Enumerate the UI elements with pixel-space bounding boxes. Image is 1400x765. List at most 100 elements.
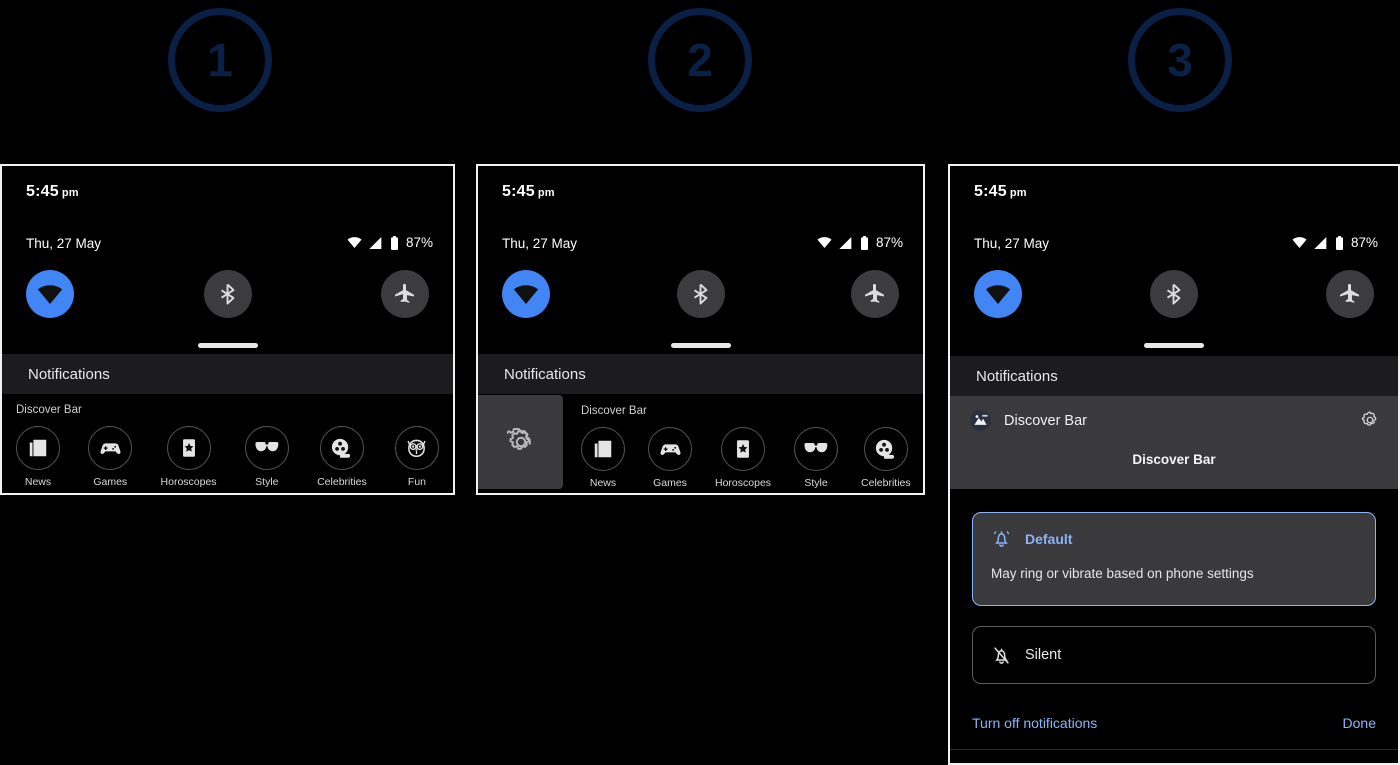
sunglasses-icon (255, 442, 279, 452)
gear-icon (506, 428, 531, 450)
battery-percent: 87% (1350, 235, 1378, 250)
quick-settings-tiles (2, 270, 453, 318)
wifi-icon (1292, 237, 1307, 248)
wifi-tile[interactable] (26, 270, 74, 318)
sunglasses-icon (804, 443, 828, 453)
chip-label: Horoscopes (160, 476, 217, 488)
option-title: Default (1025, 530, 1073, 547)
chip-horoscopes[interactable]: Horoscopes (715, 427, 771, 489)
chip-icon-wrap (16, 426, 60, 470)
newspaper-icon (594, 440, 612, 458)
wifi-icon (817, 237, 832, 248)
chip-label: Celebrities (317, 476, 367, 488)
option-header: Default (991, 528, 1357, 549)
chip-celebrities[interactable]: Celebrities (317, 426, 367, 488)
owl-icon (407, 439, 427, 457)
step-badge-3: 3 (1128, 8, 1232, 112)
notifications-title: Notifications (28, 365, 110, 383)
airplane-icon (395, 283, 414, 303)
airplane-icon (1340, 283, 1359, 303)
chip-label: Fun (407, 476, 427, 488)
chip-fun[interactable]: Fun (394, 426, 439, 488)
notifications-header: Notifications (478, 354, 923, 394)
turn-off-notifications-button[interactable]: Turn off notifications (972, 715, 1097, 731)
notification-settings-gear[interactable] (1360, 410, 1380, 435)
notifications-header: Notifications (950, 356, 1398, 396)
chip-games[interactable]: Games (648, 427, 692, 489)
discover-bar-notification[interactable]: Discover Bar News Games Horoscopes Style… (2, 394, 453, 493)
notification-channel-card: Discover Bar Discover Bar (950, 396, 1398, 489)
chip-news[interactable]: News (581, 427, 625, 489)
time-ampm: pm (537, 187, 555, 199)
option-description: May ring or vibrate based on phone setti… (991, 566, 1254, 581)
bluetooth-icon (1166, 283, 1181, 305)
chip-games[interactable]: Games (88, 426, 133, 488)
time-ampm: pm (61, 187, 79, 199)
option-header: Silent (991, 645, 1061, 666)
status-date: Thu, 27 May (974, 236, 1050, 251)
phone-screen: 5:45 pm Thu, 27 May 87% Notifications Di… (478, 166, 923, 493)
option-silent[interactable]: Silent (972, 626, 1376, 684)
step-badge-1: 1 (168, 8, 272, 112)
notification-settings-action[interactable] (478, 395, 563, 489)
option-default[interactable]: Default May ring or vibrate based on pho… (972, 512, 1376, 606)
bell-ringing-icon (993, 531, 1010, 547)
chip-icon-wrap (581, 427, 625, 471)
bottom-divider (950, 749, 1398, 750)
chip-horoscopes[interactable]: Horoscopes (161, 426, 217, 488)
time-value: 5:45 (974, 183, 1007, 200)
bell-off-icon (994, 646, 1009, 664)
bluetooth-icon (693, 283, 707, 305)
chip-label: News (589, 477, 617, 489)
discover-bar-title: Discover Bar (581, 405, 647, 417)
status-icons: 87% (1292, 235, 1378, 250)
chip-style[interactable]: Style (794, 427, 839, 489)
quick-settings-tiles (950, 270, 1398, 318)
shade-drag-handle[interactable] (1144, 343, 1204, 348)
chip-label: Style (255, 476, 279, 488)
shade-drag-handle[interactable] (197, 343, 258, 348)
step-number: 1 (207, 34, 233, 86)
airplane-tile[interactable] (381, 270, 429, 318)
bluetooth-tile[interactable] (1150, 270, 1198, 318)
signal-icon (839, 236, 852, 249)
time-value: 5:45 (26, 183, 59, 200)
status-date: Thu, 27 May (26, 236, 102, 251)
chip-celebrities[interactable]: Celebrities (861, 427, 911, 489)
shade-drag-handle[interactable] (670, 343, 731, 348)
film-reel-icon (332, 438, 351, 458)
wifi-tile[interactable] (502, 270, 550, 318)
chip-label: News (24, 476, 52, 488)
discover-bar-notification[interactable]: Discover Bar News Games Horoscopes Style… (563, 395, 923, 493)
chip-label: Games (93, 476, 128, 488)
wifi-icon (513, 284, 539, 304)
chip-icon-wrap (88, 426, 133, 470)
notification-channel-name: Discover Bar (1132, 452, 1216, 467)
chip-style[interactable]: Style (244, 426, 289, 488)
discover-bar-app-icon (970, 410, 991, 431)
wifi-icon (985, 284, 1011, 304)
bluetooth-tile[interactable] (203, 270, 252, 318)
step-number: 2 (687, 34, 713, 86)
notification-app-name: Discover Bar (1004, 412, 1087, 429)
wifi-tile[interactable] (974, 270, 1022, 318)
battery-percent: 87% (875, 235, 903, 250)
battery-icon (860, 235, 868, 250)
time-ampm: pm (1009, 187, 1027, 199)
chip-label: Games (653, 477, 687, 489)
chip-icon-wrap (244, 426, 289, 470)
notifications-header: Notifications (2, 354, 453, 394)
chip-icon-wrap (394, 426, 439, 470)
done-button[interactable]: Done (1343, 715, 1376, 731)
chip-label: Style (804, 477, 828, 489)
airplane-tile[interactable] (851, 270, 899, 318)
bluetooth-tile[interactable] (676, 270, 725, 318)
signal-icon (369, 236, 382, 249)
battery-icon (390, 235, 398, 250)
chip-news[interactable]: News (16, 426, 60, 488)
option-title: Silent (1025, 647, 1062, 663)
chip-label: Horoscopes (715, 477, 772, 489)
newspaper-icon (29, 439, 47, 457)
chip-icon-wrap (863, 427, 908, 471)
airplane-tile[interactable] (1326, 270, 1374, 318)
